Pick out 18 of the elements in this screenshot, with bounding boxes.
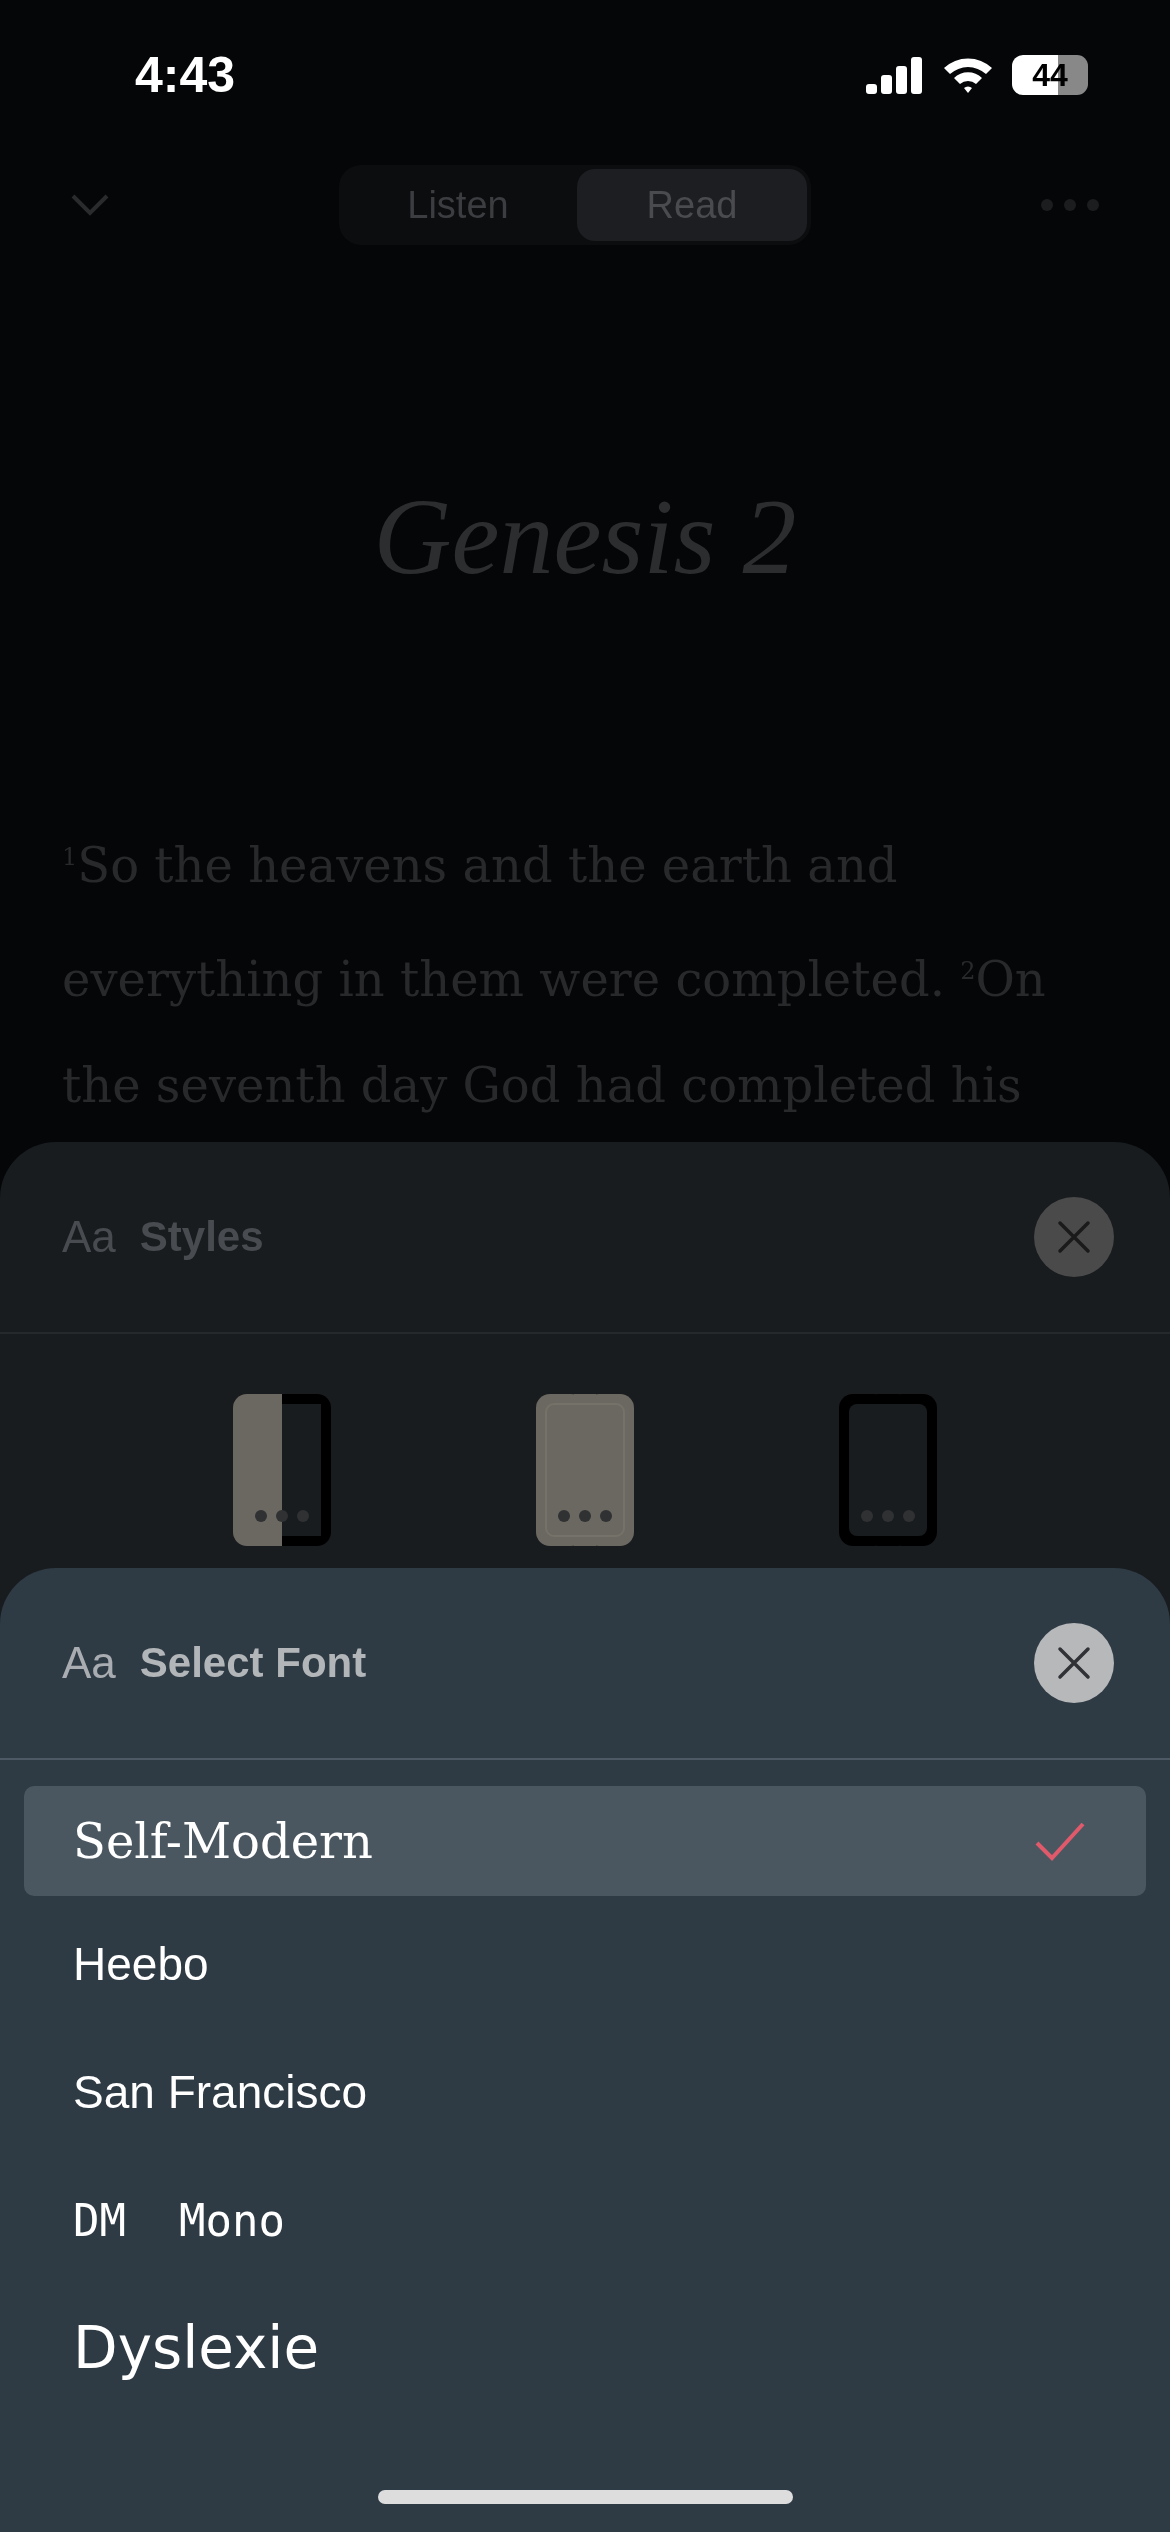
close-icon	[1057, 1646, 1091, 1680]
outlined-phone-icon[interactable]	[839, 1394, 937, 1546]
checkmark-icon	[1034, 1821, 1086, 1861]
sheet-title: Select Font	[139, 1639, 368, 1687]
text-size-label: Aa	[62, 1638, 116, 1688]
font-option[interactable]: Heebo	[24, 1900, 1146, 2028]
half-filled-phone-icon[interactable]	[233, 1394, 331, 1546]
font-option[interactable]: San Francisco	[24, 2028, 1146, 2156]
font-option[interactable]: Self-Modern	[24, 1786, 1146, 1896]
wifi-icon	[942, 56, 994, 94]
close-icon	[1057, 1220, 1091, 1254]
filled-phone-icon[interactable]	[536, 1394, 634, 1546]
chevron-down-icon[interactable]	[70, 193, 110, 217]
font-option[interactable]: Dyslexie	[24, 2284, 1146, 2412]
battery-icon: 44	[1012, 55, 1088, 95]
signal-icon	[866, 56, 924, 94]
status-time: 4:43	[135, 46, 236, 104]
font-option[interactable]: DM Mono	[24, 2156, 1146, 2284]
